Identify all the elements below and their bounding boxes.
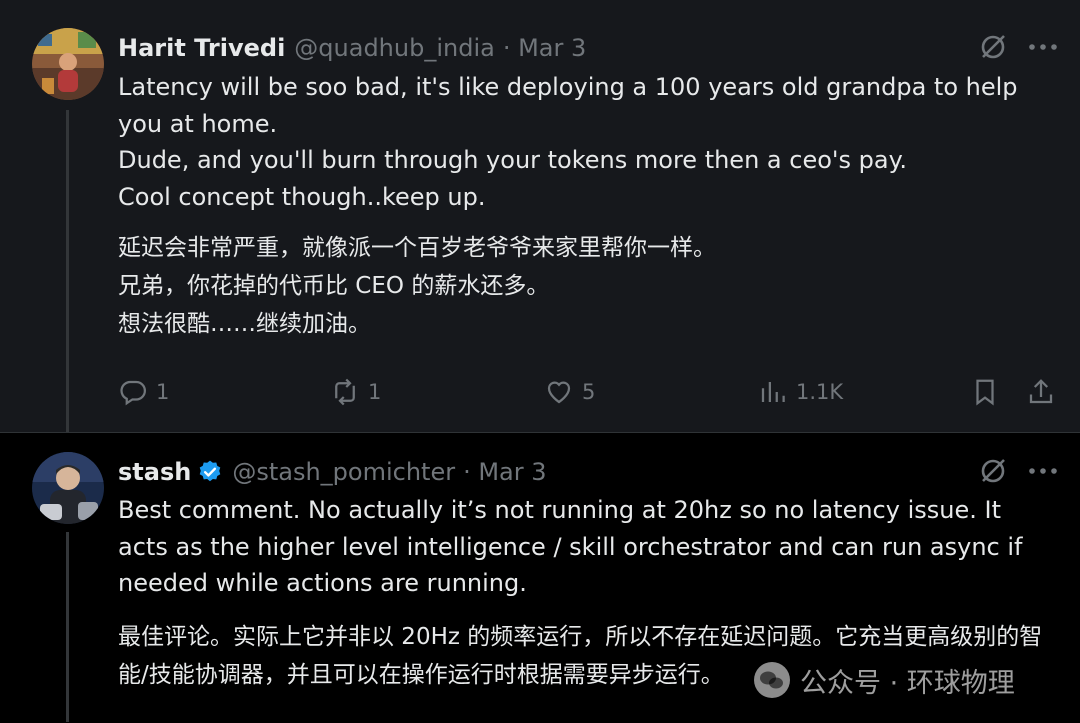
like-button[interactable]: 5	[544, 372, 595, 412]
bookmark-button[interactable]	[970, 372, 1000, 412]
more-options-icon[interactable]	[1026, 454, 1060, 488]
heart-icon	[547, 381, 571, 404]
grok-icon[interactable]	[976, 30, 1010, 64]
author-name[interactable]: stash	[118, 458, 191, 486]
share-button[interactable]	[1026, 372, 1056, 412]
tweet-text-line-zh: 延迟会非常严重，就像派一个百岁老爷爷来家里帮你一样。	[118, 235, 716, 261]
tweet-header: Harit Trivedi @quadhub_india · Mar 3	[118, 28, 586, 68]
tweet-date[interactable]: · Mar 3	[503, 34, 586, 62]
like-count: 5	[582, 380, 596, 404]
avatar[interactable]	[32, 28, 104, 100]
retweet-count: 1	[368, 380, 382, 404]
more-options-icon[interactable]	[1026, 30, 1060, 64]
tweet-harit-trivedi[interactable]: Harit Trivedi @quadhub_india · Mar 3 Lat…	[0, 0, 1080, 432]
watermark: 公众号 · 环球物理	[752, 660, 1015, 700]
grok-icon[interactable]	[976, 454, 1010, 488]
retweet-icon	[335, 378, 355, 406]
thread-line	[66, 532, 69, 722]
tweet-text-para: Best comment. No actually it’s not runni…	[118, 496, 1023, 597]
tweet-text-line: Latency will be soo bad, it's like deplo…	[118, 73, 1018, 138]
tweet-text-line-zh: 兄弟，你花掉的代币比 CEO 的薪水还多。	[118, 273, 550, 299]
tweet-text-line: Dude, and you'll burn through your token…	[118, 146, 907, 174]
tweet-text-line: Cool concept though..keep up.	[118, 182, 486, 211]
author-name[interactable]: Harit Trivedi	[118, 34, 285, 62]
wechat-icon	[754, 662, 790, 698]
analytics-icon	[761, 382, 785, 402]
view-count: 1.1K	[796, 380, 844, 404]
bookmark-icon	[976, 379, 994, 406]
watermark-text: 公众号 · 环球物理	[800, 667, 1015, 699]
tweet-text: Latency will be soo bad, it's like deplo…	[118, 69, 1048, 343]
tweet-text-line-zh: 想法很酷……继续加油。	[118, 311, 371, 337]
reply-count: 1	[156, 380, 170, 404]
author-handle[interactable]: @stash_pomichter	[232, 458, 455, 486]
retweet-button[interactable]: 1	[330, 372, 381, 412]
reply-button[interactable]: 1	[118, 372, 169, 412]
views-button[interactable]: 1.1K	[758, 372, 843, 412]
thread-line	[66, 110, 69, 432]
avatar[interactable]	[32, 452, 104, 524]
verified-badge-icon	[197, 459, 223, 485]
author-handle[interactable]: @quadhub_india	[294, 34, 495, 62]
tweet-date[interactable]: · Mar 3	[463, 458, 546, 486]
share-icon	[1029, 379, 1053, 404]
tweet-actions: 1 1 5 1.1K	[118, 372, 1068, 412]
reply-icon	[120, 380, 146, 406]
tweet-header: stash @stash_pomichter · Mar 3	[118, 452, 547, 492]
